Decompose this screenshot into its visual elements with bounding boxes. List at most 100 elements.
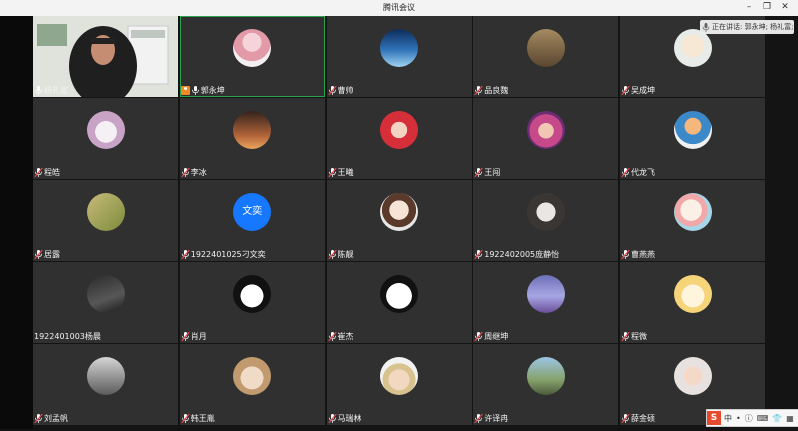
participant-nametag: 品良魏 (474, 85, 508, 96)
mic-muted-icon (621, 332, 630, 341)
participant-tile[interactable]: 代龙飞 (620, 98, 765, 179)
mic-muted-icon (181, 414, 190, 423)
avatar-gray-portrait (86, 357, 125, 396)
mic-muted-icon (621, 250, 630, 259)
left-border (0, 16, 33, 429)
host-badge-icon (180, 86, 190, 95)
participant-nametag: 王闯 (474, 167, 500, 178)
participant-tile[interactable]: 品良魏 (473, 16, 619, 97)
mic-muted-icon (181, 332, 190, 341)
participant-nametag: 李冰 (181, 167, 207, 178)
avatar-anime-girl (380, 193, 418, 232)
participant-tile[interactable]: 崔杰 (326, 262, 472, 343)
mic-muted-icon (34, 250, 43, 259)
avatar-cartoon-doodle (673, 193, 712, 232)
ime-info-icon[interactable]: ⓘ (745, 413, 753, 424)
participant-name: 许译冉 (484, 414, 509, 423)
participant-name: 马瑞林 (337, 414, 362, 423)
avatar-cartoon-boy (673, 29, 712, 68)
participant-name: 李冰 (190, 168, 207, 177)
mic-muted-icon (181, 250, 190, 259)
participant-name: 杨礼富 (44, 86, 68, 95)
avatar-laptop-dark (86, 275, 125, 314)
participant-name: 王曦 (337, 168, 354, 177)
participant-tile[interactable]: 许译冉 (473, 344, 619, 425)
participant-nametag: 薛金硕 (621, 413, 655, 424)
participant-tile[interactable]: 李冰 (179, 98, 325, 179)
avatar-baby-photo (673, 357, 712, 396)
mic-muted-icon (327, 250, 337, 259)
close-button[interactable]: ✕ (776, 1, 794, 14)
participant-name: 1922401025刁文奕 (190, 250, 266, 259)
participant-nametag: 王曦 (327, 167, 354, 178)
participant-nametag: 杨礼富 (34, 85, 68, 96)
participant-name: 薛金硕 (631, 414, 655, 423)
avatar-pink-hood-doll (526, 111, 565, 150)
participant-tile[interactable]: 刘孟帆 (33, 344, 178, 425)
participant-name: 肖月 (190, 332, 207, 341)
mic-muted-icon (327, 168, 337, 177)
sogou-logo-icon: S (707, 411, 721, 425)
participant-nametag: 曹帅 (327, 85, 354, 96)
participant-tile[interactable]: 文奕 1922401025刁文奕 (179, 180, 325, 261)
ime-keyboard-icon[interactable]: ⌨ (757, 414, 769, 423)
participant-tile[interactable]: 程微 (620, 262, 765, 343)
participant-tile[interactable]: 马瑞林 (326, 344, 472, 425)
mic-muted-icon (474, 332, 483, 341)
speaking-indicator: 正在讲话: 郭永坤; 杨礼富; (700, 20, 794, 34)
ime-punct-icon[interactable]: • (736, 414, 741, 423)
avatar-black-cartoon (233, 275, 272, 314)
mic-muted-icon (474, 250, 483, 259)
mic-icon (702, 22, 710, 32)
avatar-cat-sunglasses (233, 357, 272, 396)
participant-name: 居露 (44, 250, 60, 259)
ime-grid-icon[interactable]: ▦ (786, 414, 794, 423)
avatar-text-blue: 文奕 (233, 193, 272, 232)
mic-muted-icon (621, 414, 630, 423)
mic-muted-icon (181, 168, 190, 177)
participant-nametag: 居露 (34, 249, 60, 260)
participant-tile[interactable]: 1922402005庞静怡 (473, 180, 619, 261)
participant-tile[interactable]: 曹帅 (326, 16, 472, 97)
participant-tile[interactable]: 程皓 (33, 98, 178, 179)
maximize-button[interactable]: ❐ (758, 1, 776, 14)
participant-tile[interactable]: 郭永坤 (179, 16, 325, 97)
participant-tile[interactable]: 王闯 (473, 98, 619, 179)
participant-nametag: 周继坤 (474, 331, 508, 342)
participant-grid: 杨礼富 郭永坤 曹帅 品良魏 吴成坤 程皓 李冰 王曦 王闯 代龙飞 居露 文奕 1922401025刁… (33, 16, 765, 429)
participant-nametag: 许译冉 (474, 413, 508, 424)
participant-tile[interactable]: 周继坤 (473, 262, 619, 343)
participant-nametag: 韩王胤 (181, 413, 215, 424)
participant-name: 曹燕燕 (631, 250, 655, 259)
participant-tile[interactable]: 陈靓 (326, 180, 472, 261)
participant-name: 崔杰 (337, 332, 354, 341)
participant-nametag: 曹燕燕 (621, 249, 655, 260)
participant-name: 周继坤 (484, 332, 509, 341)
avatar-blond-boy (380, 357, 418, 396)
ime-skin-icon[interactable]: 👕 (772, 414, 782, 423)
title-bar: 腾讯会议 – ❐ ✕ (0, 0, 798, 17)
avatar-puppy-poster (526, 29, 565, 68)
avatar-cat-sleeping (526, 193, 565, 232)
participant-nametag: 郭永坤 (180, 85, 225, 96)
participant-tile[interactable]: 曹燕燕 (620, 180, 765, 261)
participant-nametag: 马瑞林 (327, 413, 362, 424)
participant-nametag: 陈靓 (327, 249, 354, 260)
ime-toolbar[interactable]: S 中 • ⓘ ⌨ 👕 ▦ (706, 409, 798, 427)
participant-name: 代龙飞 (631, 168, 655, 177)
participant-tile[interactable]: 肖月 (179, 262, 325, 343)
avatar-girl-pink-dress (233, 29, 272, 68)
participant-name: 刘孟帆 (44, 414, 68, 423)
participant-tile[interactable]: 韩王胤 (179, 344, 325, 425)
participant-tile[interactable]: 1922401003杨晨 (33, 262, 178, 343)
participant-tile[interactable]: 王曦 (326, 98, 472, 179)
avatar-outdoor-figure (526, 357, 565, 396)
avatar-panda-face (380, 275, 418, 314)
mic-on-icon (35, 86, 42, 95)
participant-tile[interactable]: 居露 (33, 180, 178, 261)
minimize-button[interactable]: – (740, 1, 758, 14)
mic-muted-icon (34, 414, 43, 423)
participant-tile[interactable]: 杨礼富 (33, 16, 178, 97)
ime-lang[interactable]: 中 (724, 413, 732, 424)
participant-name: 曹帅 (337, 86, 354, 95)
